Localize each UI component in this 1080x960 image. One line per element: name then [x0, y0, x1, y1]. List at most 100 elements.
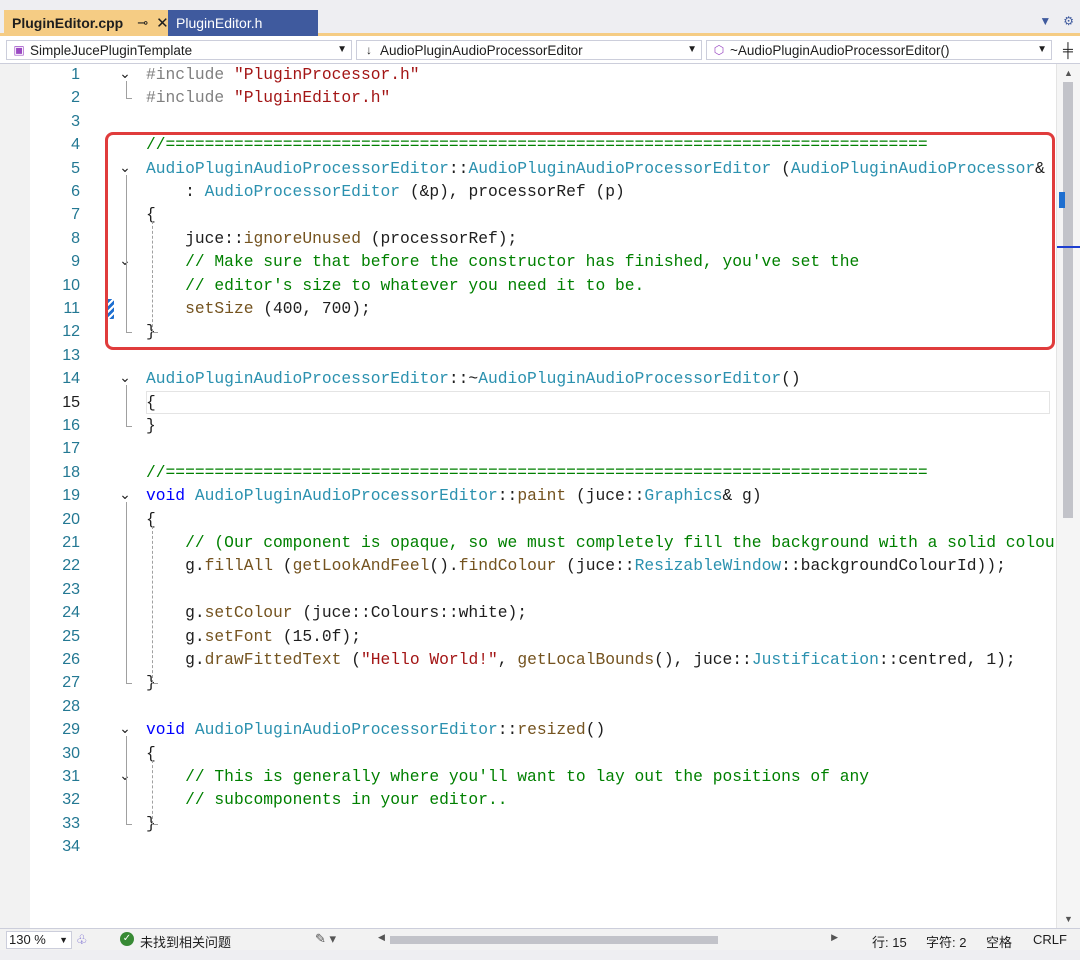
- scroll-left-icon[interactable]: ◀: [378, 932, 385, 943]
- fold-toggle-icon[interactable]: ⌄: [117, 718, 133, 741]
- code-token: AudioPluginAudioProcessorEditor: [478, 369, 782, 389]
- code-line[interactable]: 18 //====================================…: [0, 461, 1056, 484]
- code-line[interactable]: 34: [0, 835, 1056, 858]
- code-text: {: [146, 742, 156, 765]
- line-number: 22: [62, 557, 80, 575]
- code-token: g.: [146, 603, 205, 623]
- code-line[interactable]: 32 // subcomponents in your editor..: [0, 788, 1056, 811]
- horizontal-scrollbar[interactable]: ◀ ▶: [378, 932, 838, 946]
- code-token: AudioPluginAudioProcessorEditor: [146, 369, 449, 389]
- scope-dropdown[interactable]: ↓ AudioPluginAudioProcessorEditor ▼: [356, 40, 702, 60]
- block-guide: [126, 502, 127, 684]
- code-cleanup-icon[interactable]: ✎ ▾: [315, 931, 336, 947]
- scroll-down-icon[interactable]: ▼: [1064, 914, 1073, 924]
- line-indicator[interactable]: 行: 15: [872, 932, 907, 951]
- line-number: 3: [71, 112, 80, 130]
- code-line[interactable]: 28: [0, 695, 1056, 718]
- code-line[interactable]: 26 g.drawFittedText ("Hello World!", get…: [0, 648, 1056, 671]
- line-number: 13: [62, 346, 80, 364]
- zoom-dropdown[interactable]: 130 % ▼: [6, 931, 72, 949]
- member-dropdown[interactable]: ⬡ ~AudioPluginAudioProcessorEditor() ▼: [706, 40, 1052, 60]
- tab-list-dropdown-icon[interactable]: ▼: [1039, 14, 1051, 28]
- code-line[interactable]: 14 ⌄ AudioPluginAudioProcessorEditor::~Aud…: [0, 367, 1056, 390]
- zoom-level: 130 %: [9, 932, 46, 947]
- settings-icon[interactable]: ⚙: [1063, 14, 1074, 28]
- block-guide-end: [152, 683, 158, 685]
- code-token: #include: [146, 65, 234, 84]
- code-token: ::: [497, 486, 518, 506]
- fold-toggle-icon[interactable]: ⌄: [117, 765, 133, 788]
- block-guide-end: [126, 98, 132, 100]
- code-line[interactable]: 29 ⌄ void AudioPluginAudioProcessorEditor:…: [0, 718, 1056, 741]
- indent-indicator[interactable]: 空格: [986, 932, 1012, 951]
- code-line[interactable]: 2 #include "PluginEditor.h": [0, 86, 1056, 109]
- code-line[interactable]: 17: [0, 437, 1056, 460]
- code-line[interactable]: 30 {: [0, 742, 1056, 765]
- code-token: // subcomponents in your editor..: [185, 790, 508, 810]
- code-token: paint: [517, 486, 567, 506]
- scroll-thumb[interactable]: [1063, 82, 1073, 518]
- code-token: (), juce::: [654, 650, 752, 669]
- project-label: SimpleJucePluginTemplate: [30, 42, 193, 58]
- scroll-up-icon[interactable]: ▲: [1064, 68, 1073, 78]
- code-line[interactable]: 31 ⌄ // This is generally where you'll wa…: [0, 765, 1056, 788]
- code-text: AudioPluginAudioProcessorEditor::~AudioP…: [146, 367, 801, 390]
- scroll-right-icon[interactable]: ▶: [831, 932, 838, 943]
- line-number: 24: [62, 604, 80, 622]
- code-text: {: [146, 391, 156, 414]
- issues-status[interactable]: 未找到相关问题: [140, 932, 231, 951]
- code-token: {: [146, 743, 156, 763]
- code-line[interactable]: 21 // (Our component is opaque, so we mu…: [0, 531, 1074, 554]
- code-text: // This is generally where you'll want t…: [146, 765, 869, 788]
- line-number: 23: [62, 580, 80, 598]
- code-line[interactable]: 19 ⌄ void AudioPluginAudioProcessorEditor:…: [0, 484, 1056, 507]
- vertical-scrollbar[interactable]: ▲ ▼: [1056, 64, 1080, 928]
- line-number: 14: [62, 370, 80, 388]
- code-line[interactable]: 23: [0, 578, 1056, 601]
- line-number: 30: [62, 744, 80, 762]
- column-indicator[interactable]: 字符: 2: [926, 932, 966, 951]
- code-line[interactable]: 25 g.setFont (15.0f);: [0, 625, 1056, 648]
- code-token: & g): [722, 486, 762, 506]
- code-token: setColour: [204, 603, 293, 623]
- tab-plugin-editor-cpp[interactable]: PluginEditor.cpp ⊸ ✕: [4, 10, 169, 36]
- code-line[interactable]: 20 {: [0, 508, 1056, 531]
- pin-icon[interactable]: ⊸: [137, 15, 148, 31]
- code-text: void AudioPluginAudioProcessorEditor::re…: [146, 718, 605, 741]
- fold-toggle-icon[interactable]: ⌄: [117, 367, 133, 390]
- code-line[interactable]: 15 {: [0, 391, 1056, 414]
- code-line[interactable]: 24 g.setColour (juce::Colours::white);: [0, 601, 1056, 624]
- scope-arrow-icon: ↓: [366, 43, 372, 57]
- code-token: (: [341, 650, 361, 669]
- tab-label: PluginEditor.h: [176, 15, 263, 31]
- copilot-icon[interactable]: ♧: [76, 932, 88, 948]
- block-guide: [152, 525, 153, 684]
- code-token: (15.0f);: [273, 626, 361, 646]
- split-window-icon[interactable]: ╪: [1060, 41, 1076, 59]
- close-icon[interactable]: ✕: [156, 14, 169, 32]
- code-token: g.: [146, 556, 205, 576]
- chevron-down-icon: ▼: [1037, 44, 1047, 55]
- code-line[interactable]: 3: [0, 110, 1056, 133]
- line-ending-indicator[interactable]: CRLF: [1033, 932, 1067, 947]
- code-line[interactable]: 1 ⌄ #include "PluginProcessor.h": [0, 63, 1056, 86]
- line-number: 28: [62, 697, 80, 715]
- code-line[interactable]: 22 g.fillAll (getLookAndFeel().findColou…: [0, 554, 1056, 577]
- tab-plugin-editor-h[interactable]: PluginEditor.h: [168, 10, 318, 36]
- line-number: 26: [62, 651, 80, 668]
- status-bar: 130 % ▼ ♧ ✓ 未找到相关问题 ✎ ▾ ◀ ▶ 行: 15 字符: 2 …: [0, 928, 1080, 950]
- code-token: }: [146, 416, 156, 435]
- code-line[interactable]: 33}: [0, 812, 1056, 835]
- code-token: {: [146, 392, 156, 412]
- code-token: {: [146, 509, 156, 529]
- project-dropdown[interactable]: ▣ SimpleJucePluginTemplate ▼: [6, 40, 352, 60]
- code-line[interactable]: 27}: [0, 671, 1056, 694]
- member-label: ~AudioPluginAudioProcessorEditor(): [730, 42, 950, 58]
- fold-toggle-icon[interactable]: ⌄: [117, 484, 133, 507]
- code-line[interactable]: 16}: [0, 414, 1056, 437]
- horizontal-scroll-thumb[interactable]: [390, 936, 718, 944]
- fold-toggle-icon[interactable]: ⌄: [117, 63, 133, 86]
- chevron-down-icon: ▼: [59, 935, 68, 945]
- code-text: g.fillAll (getLookAndFeel().findColour (…: [146, 554, 1006, 577]
- code-text: //======================================…: [146, 461, 928, 484]
